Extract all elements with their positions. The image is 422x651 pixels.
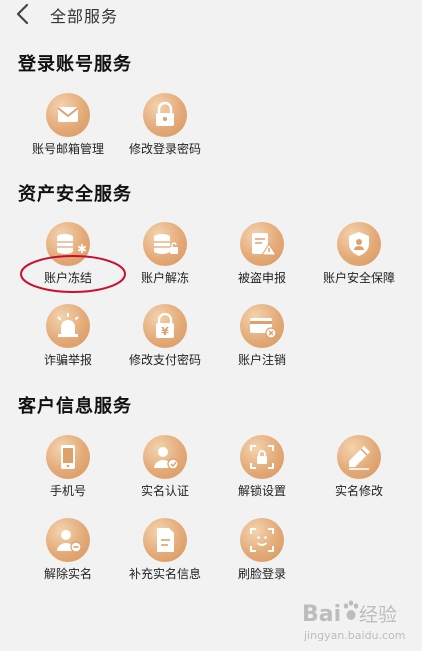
svg-text:✱: ✱ (77, 242, 87, 256)
all-services-page: 全部服务 登录账号服务 账号邮箱管理 修改登录密码 资产安全服务 ✱ 账户冻结 … (0, 0, 422, 651)
report-warning-icon (240, 222, 284, 266)
section-title-customer-info: 客户信息服务 (18, 396, 132, 417)
document-icon (143, 518, 187, 562)
back-button[interactable] (10, 2, 36, 26)
service-label: 账户安全保障 (322, 271, 395, 285)
svg-text:jingyan.baidu.com: jingyan.baidu.com (303, 629, 406, 642)
service-label: 刷脸登录 (237, 567, 286, 581)
service-real-name-modify[interactable]: 实名修改 (309, 435, 409, 503)
service-phone-number[interactable]: 手机号 (18, 435, 118, 503)
phone-icon (46, 435, 90, 479)
pencil-icon (337, 435, 381, 479)
service-unlock-settings[interactable]: 解锁设置 (212, 435, 312, 503)
service-account-freeze[interactable]: ✱ 账户冻结 (18, 222, 118, 290)
service-label: 实名修改 (334, 484, 383, 498)
yen-lock-icon: ¥ (143, 304, 187, 348)
service-remove-real-name[interactable]: 解除实名 (18, 518, 118, 586)
user-verify-icon (143, 435, 187, 479)
svg-text:¥: ¥ (161, 325, 169, 338)
svg-text:Bai: Bai (302, 602, 341, 627)
coins-freeze-icon: ✱ (46, 222, 90, 266)
alarm-light-icon (46, 304, 90, 348)
baidu-jingyan-watermark: Bai 经验 jingyan.baidu.com (300, 595, 412, 645)
top-bar: 全部服务 (0, 0, 422, 30)
service-supplement-real-name[interactable]: 补充实名信息 (115, 518, 215, 586)
svg-text:经验: 经验 (359, 604, 397, 626)
service-email-management[interactable]: 账号邮箱管理 (18, 93, 118, 161)
service-label: 修改登录密码 (128, 142, 201, 156)
coins-unlock-icon (143, 222, 187, 266)
service-label: 账户注销 (237, 353, 286, 367)
service-change-payment-password[interactable]: ¥ 修改支付密码 (115, 304, 215, 372)
service-face-login[interactable]: 刷脸登录 (212, 518, 312, 586)
section-title-login-account: 登录账号服务 (18, 54, 132, 75)
service-account-protection[interactable]: 账户安全保障 (309, 222, 409, 290)
service-change-login-password[interactable]: 修改登录密码 (115, 93, 215, 161)
envelope-icon (46, 93, 90, 137)
section-title-asset-security: 资产安全服务 (18, 184, 132, 205)
card-cancel-icon (240, 304, 284, 348)
service-account-unfreeze[interactable]: 账户解冻 (115, 222, 215, 290)
lock-icon (143, 93, 187, 137)
face-scan-icon (240, 518, 284, 562)
service-real-name-verification[interactable]: 实名认证 (115, 435, 215, 503)
page-title: 全部服务 (50, 7, 119, 26)
chevron-left-icon (16, 3, 29, 25)
shield-user-icon (337, 222, 381, 266)
user-remove-icon (46, 518, 90, 562)
scan-lock-icon (240, 435, 284, 479)
service-theft-report[interactable]: 被盗申报 (212, 222, 312, 290)
service-fraud-report[interactable]: 诈骗举报 (18, 304, 118, 372)
service-account-cancellation[interactable]: 账户注销 (212, 304, 312, 372)
